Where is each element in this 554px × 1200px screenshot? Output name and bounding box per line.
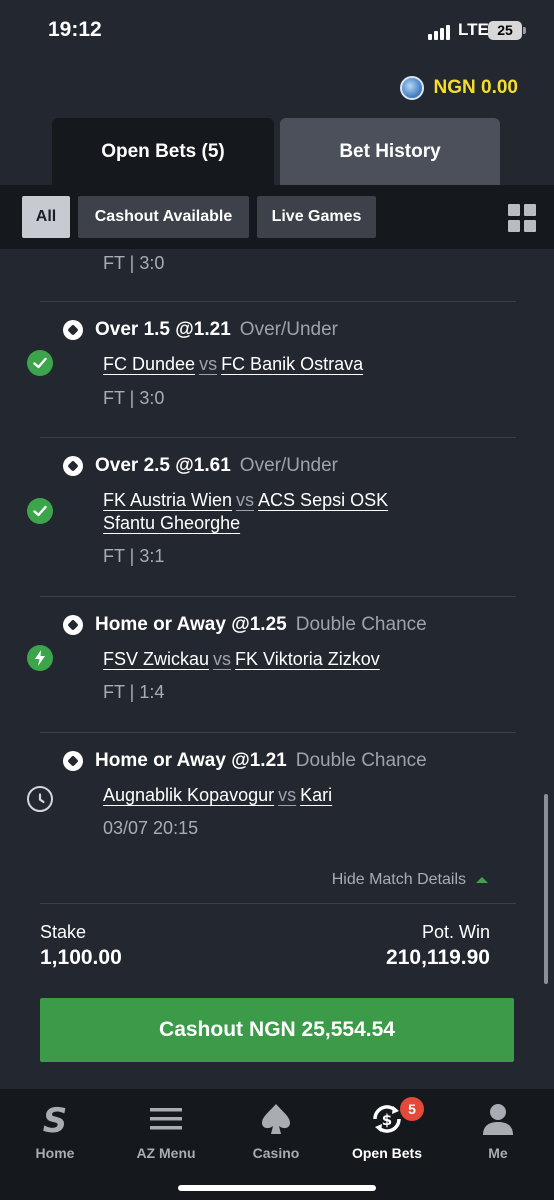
cashout-label: Cashout	[159, 1018, 244, 1041]
nav-label: Open Bets	[351, 1145, 422, 1161]
soccer-ball-icon	[63, 615, 83, 635]
stake-label: Stake	[40, 922, 87, 942]
nav-casino[interactable]: Casino	[231, 1097, 321, 1167]
balance[interactable]: NGN 0.00	[399, 76, 518, 100]
leg-market: Over/Under	[239, 455, 338, 476]
leg-market: Double Chance	[295, 750, 427, 771]
won-check-icon	[27, 350, 53, 376]
leg-result: FT | 3:1	[103, 546, 165, 566]
grid-view-icon[interactable]	[508, 204, 536, 232]
nav-open-bets[interactable]: $ 5 Open Bets	[342, 1097, 432, 1167]
filter-all[interactable]: All	[22, 196, 70, 238]
nav-label: Me	[488, 1145, 508, 1161]
leg-teams[interactable]: FK Austria Wien vs ACS Sepsi OSK Sfantu Gh…	[103, 489, 443, 535]
leg-divider	[40, 301, 516, 302]
leg-market: Over/Under	[239, 319, 338, 340]
home-team[interactable]: FSV Zwickau	[103, 649, 209, 669]
leg-divider	[40, 437, 516, 438]
svg-text:$: $	[382, 1111, 392, 1129]
soccer-ball-icon	[63, 751, 83, 771]
away-team[interactable]: FC Banik Ostrava	[221, 354, 363, 374]
bottom-nav: S Home AZ Menu Casino $ 5 Open Bets Me	[0, 1089, 554, 1200]
sportybet-s-icon: S	[37, 1101, 73, 1141]
vs-label: vs	[278, 785, 297, 805]
hide-details-label: Hide Match Details	[331, 871, 466, 888]
open-bets-badge: 5	[400, 1097, 424, 1121]
nav-label: Casino	[252, 1145, 300, 1161]
leg-header: Over 1.5 @1.21 Over/Under	[63, 319, 338, 341]
tab-bet-history[interactable]: Bet History	[280, 118, 500, 185]
network-label: LTE	[458, 20, 489, 39]
nav-home[interactable]: S Home	[10, 1097, 100, 1167]
leg-result: FT | 1:4	[103, 682, 165, 702]
bet-tabs: Open Bets (5) Bet History	[0, 118, 554, 185]
pot-win-label: Pot. Win	[421, 922, 490, 942]
leg-result: FT | 3:0	[103, 253, 165, 273]
leg-result: FT | 3:0	[103, 388, 165, 408]
wallet-coin-icon	[399, 76, 424, 100]
lightning-icon	[27, 645, 53, 671]
vs-label: vs	[236, 490, 255, 510]
nav-me[interactable]: Me	[453, 1097, 543, 1167]
tab-open-bets[interactable]: Open Bets (5)	[52, 118, 274, 185]
leg-teams[interactable]: FSV Zwickau vs FK Viktoria Zizkov	[103, 648, 443, 671]
won-check-icon	[27, 498, 53, 524]
leg-market: Double Chance	[295, 614, 427, 635]
pot-win-value: 210,119.90	[386, 946, 490, 969]
soccer-ball-icon	[63, 320, 83, 340]
signal-icon	[428, 24, 454, 40]
vs-label: vs	[213, 649, 232, 669]
filter-cashout-available[interactable]: Cashout Available	[78, 196, 249, 238]
leg-pick: Home or Away @1.21	[95, 750, 287, 771]
leg-kickoff: 03/07 20:15	[103, 818, 199, 838]
stake-value: 1,100.00	[40, 946, 122, 969]
leg-teams[interactable]: FC Dundee vs FC Banik Ostrava	[103, 353, 443, 376]
card-divider	[40, 903, 516, 904]
nav-label: Home	[35, 1145, 75, 1161]
caret-up-icon	[476, 877, 488, 883]
leg-pick: Over 1.5 @1.21	[95, 319, 231, 340]
svg-text:S: S	[43, 1101, 68, 1137]
status-bar: 19:12 LTE 25	[0, 0, 554, 62]
balance-amount: NGN 0.00	[433, 77, 518, 98]
home-team[interactable]: FK Austria Wien	[103, 490, 232, 510]
bet-list: FT | 3:0 Over 1.5 @1.21 Over/Under FC Du…	[0, 249, 554, 1089]
status-time: 19:12	[48, 18, 102, 41]
user-icon	[480, 1101, 516, 1137]
scrollbar-thumb[interactable]	[544, 794, 548, 984]
away-team[interactable]: FK Viktoria Zizkov	[235, 649, 380, 669]
soccer-ball-icon	[63, 456, 83, 476]
clock-icon	[27, 786, 53, 812]
battery-icon: 25	[488, 21, 526, 40]
cashout-button[interactable]: Cashout NGN 25,554.54	[40, 998, 514, 1062]
leg-header: Over 2.5 @1.61 Over/Under	[63, 455, 338, 477]
home-indicator	[178, 1185, 376, 1191]
filter-live-games[interactable]: Live Games	[257, 196, 376, 238]
leg-divider	[40, 732, 516, 733]
home-team[interactable]: FC Dundee	[103, 354, 195, 374]
leg-header: Home or Away @1.21 Double Chance	[63, 750, 427, 772]
leg-pick: Home or Away @1.25	[95, 614, 287, 635]
leg-pick: Over 2.5 @1.61	[95, 455, 231, 476]
cashout-amount: NGN 25,554.54	[249, 1018, 395, 1041]
bet-card: FT | 3:0 Over 1.5 @1.21 Over/Under FC Du…	[0, 249, 530, 1089]
leg-header: Home or Away @1.25 Double Chance	[63, 614, 427, 636]
filter-bar: All Cashout Available Live Games	[0, 185, 554, 249]
nav-label: AZ Menu	[136, 1145, 196, 1161]
leg-divider	[40, 596, 516, 597]
spade-icon	[258, 1101, 294, 1137]
away-team[interactable]: Kari	[300, 785, 332, 805]
leg-teams[interactable]: Augnablik Kopavogur vs Kari	[103, 784, 443, 807]
hide-match-details-button[interactable]: Hide Match Details	[332, 871, 488, 889]
home-team[interactable]: Augnablik Kopavogur	[103, 785, 274, 805]
hamburger-icon	[148, 1101, 184, 1137]
nav-az-menu[interactable]: AZ Menu	[121, 1097, 211, 1167]
vs-label: vs	[199, 354, 218, 374]
away-team-line2[interactable]: Sfantu Gheorghe	[103, 513, 240, 533]
away-team[interactable]: ACS Sepsi OSK	[258, 490, 388, 510]
